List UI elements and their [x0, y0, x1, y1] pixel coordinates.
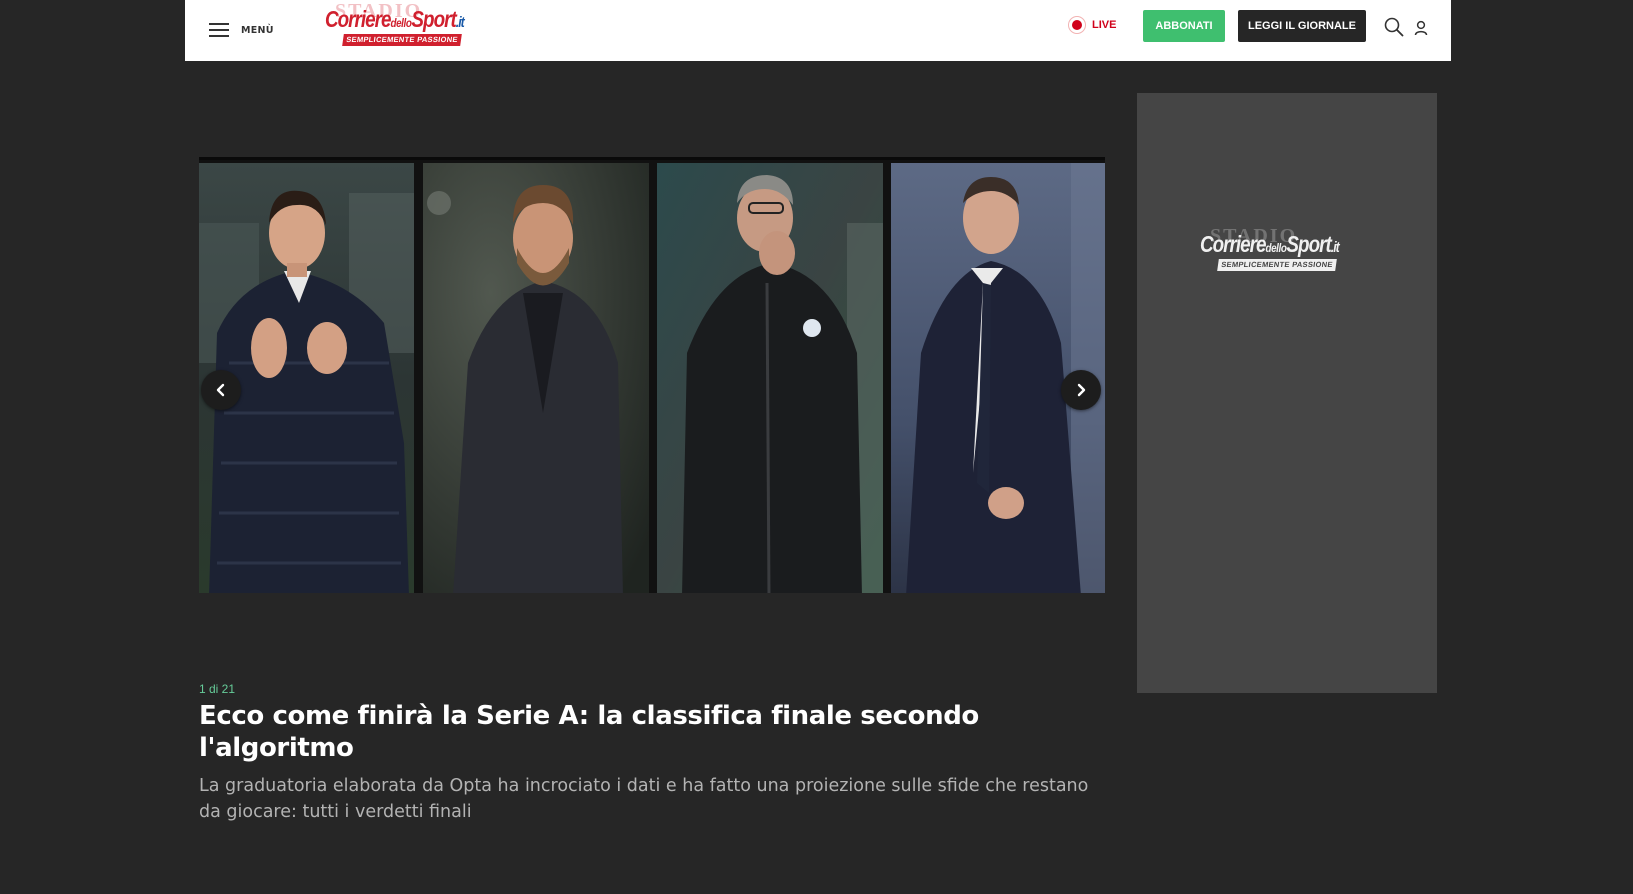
menu-icon — [209, 23, 229, 37]
chevron-left-icon — [216, 383, 225, 397]
live-label: LIVE — [1092, 19, 1117, 31]
panel-divider — [883, 163, 891, 593]
gallery-slide-image — [199, 157, 1105, 593]
logo-wordmark: CorrieredelloSport.it — [325, 6, 465, 32]
ad-logo-wordmark: CorrieredelloSport.it — [1200, 231, 1340, 257]
user-icon[interactable] — [1413, 19, 1429, 37]
site-logo[interactable]: STADIO CorrieredelloSport.it SEMPLICEMEN… — [325, 0, 495, 48]
gallery-counter: 1 di 21 — [199, 682, 236, 696]
chevron-right-icon — [1077, 383, 1086, 397]
gallery-summary: La graduatoria elaborata da Opta ha incr… — [199, 776, 1089, 822]
panel-divider — [649, 163, 657, 593]
photo-panel-coach-tracksuit — [657, 163, 883, 593]
photo-panel-coach-dark-suit — [423, 163, 649, 593]
panel-divider — [414, 163, 423, 593]
gallery-next-button[interactable] — [1061, 370, 1101, 410]
live-link[interactable]: LIVE — [1068, 16, 1116, 34]
gallery-title: Ecco come finirà la Serie A: la classifi… — [199, 701, 979, 763]
logo-tagline: SEMPLICEMENTE PASSIONE — [342, 34, 462, 46]
live-dot-icon — [1068, 16, 1086, 34]
search-icon[interactable] — [1384, 17, 1404, 37]
gallery-prev-button[interactable] — [201, 370, 241, 410]
site-header: MENÙ STADIO CorrieredelloSport.it SEMPLI… — [185, 0, 1451, 61]
ad-logo: STADIO CorrieredelloSport.it SEMPLICEMEN… — [1200, 225, 1375, 273]
subscribe-button[interactable]: ABBONATI — [1143, 10, 1225, 42]
ad-logo-tagline: SEMPLICEMENTE PASSIONE — [1217, 259, 1337, 271]
menu-button[interactable]: MENÙ — [209, 17, 274, 43]
sidebar-ad-placeholder[interactable]: STADIO CorrieredelloSport.it SEMPLICEMEN… — [1137, 93, 1437, 693]
read-newspaper-button[interactable]: LEGGI IL GIORNALE — [1238, 10, 1366, 42]
menu-label: MENÙ — [241, 24, 274, 36]
